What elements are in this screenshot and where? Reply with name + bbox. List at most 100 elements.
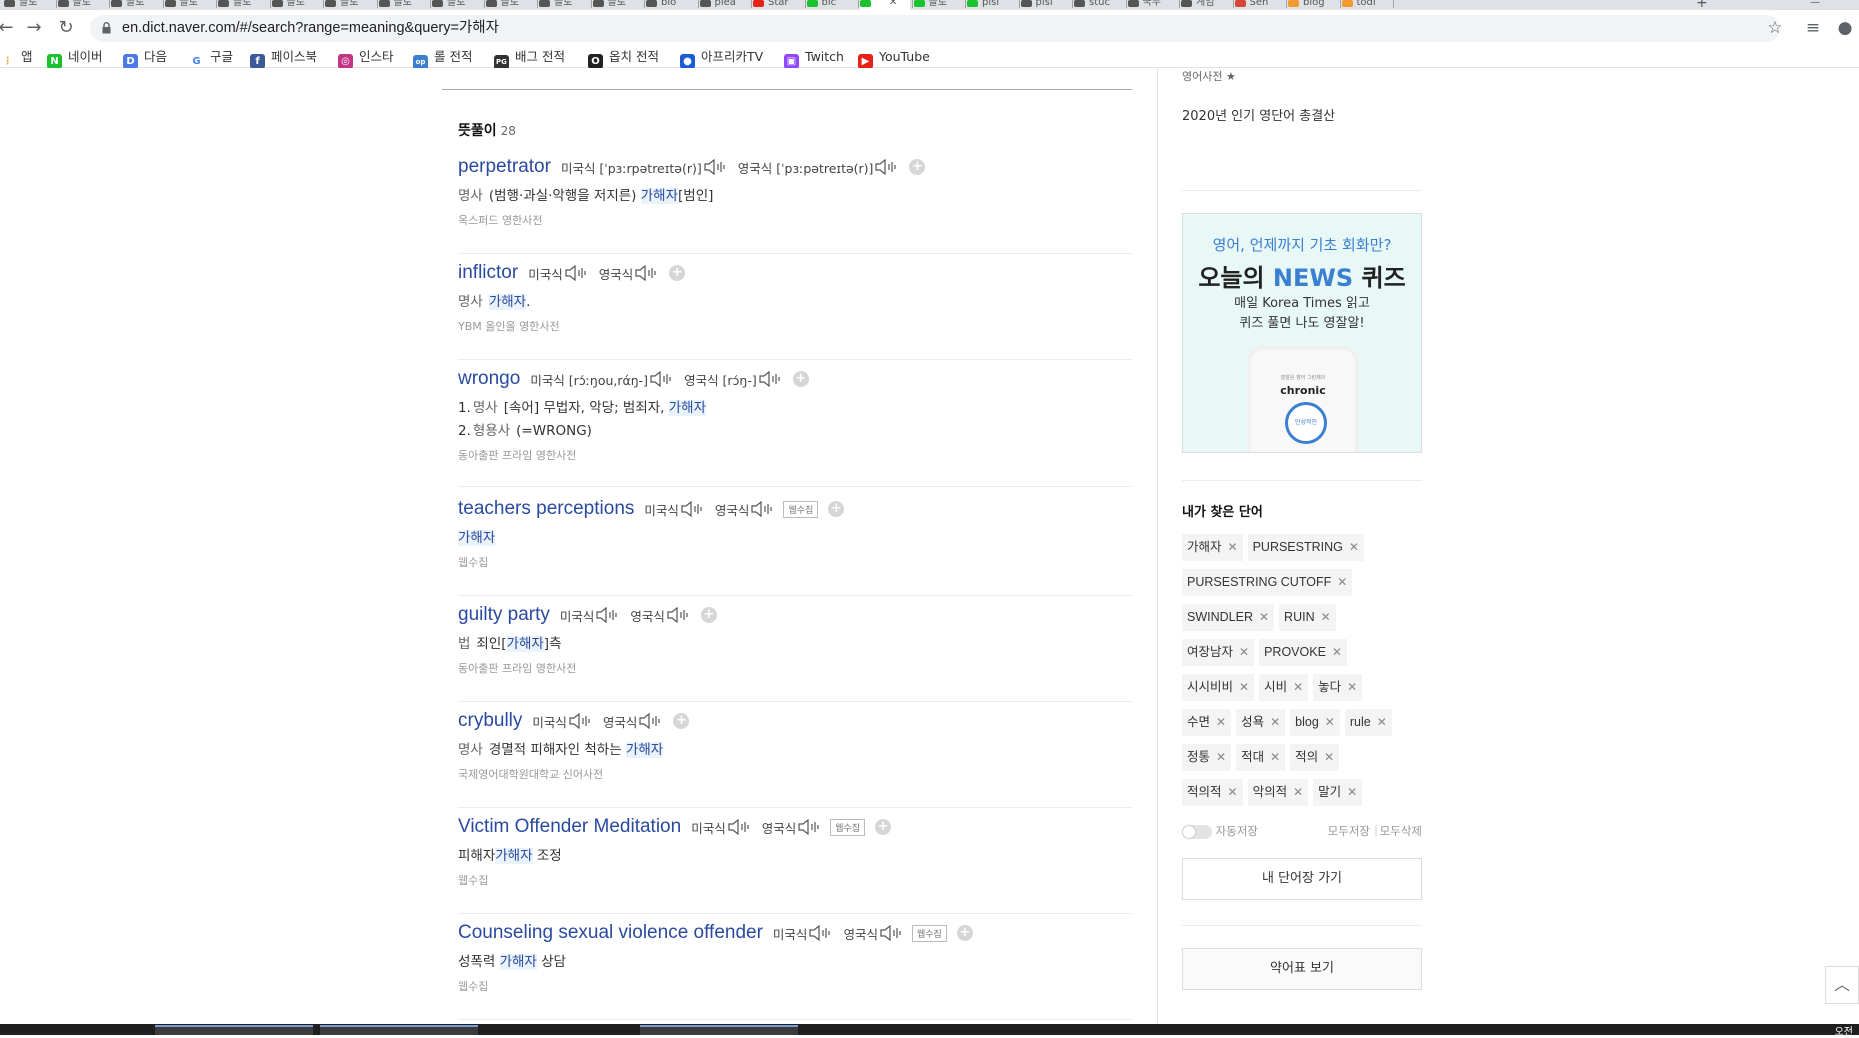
- entry-word-link[interactable]: perpetrator: [458, 156, 551, 177]
- recent-word-chip[interactable]: 적의 ✕: [1290, 744, 1340, 771]
- recent-word-chip[interactable]: 적대 ✕: [1236, 744, 1286, 771]
- recent-word-chip[interactable]: PURSESTRING CUTOFF ✕: [1182, 569, 1353, 596]
- highlighted-query[interactable]: 가해자: [488, 294, 527, 310]
- entry-word-link[interactable]: Counseling sexual violence offender: [458, 922, 763, 943]
- browser-tab[interactable]: 블로: [271, 0, 322, 10]
- recent-word-chip[interactable]: 성욕 ✕: [1236, 709, 1286, 736]
- entry-word-link[interactable]: Victim Offender Meditation: [458, 816, 681, 837]
- back-arrow-icon[interactable]: ←: [0, 10, 18, 46]
- speaker-icon[interactable]: [728, 819, 752, 835]
- remove-word-icon[interactable]: ✕: [1293, 785, 1303, 799]
- speaker-icon[interactable]: [650, 371, 674, 387]
- browser-tab[interactable]: 블로: [378, 0, 429, 10]
- reload-icon[interactable]: ↻: [54, 10, 78, 46]
- browser-tab[interactable]: 블로: [913, 0, 964, 10]
- recent-word-chip[interactable]: 시시비비 ✕: [1182, 674, 1255, 701]
- remove-word-icon[interactable]: ✕: [1293, 680, 1303, 694]
- remove-word-icon[interactable]: ✕: [1332, 645, 1342, 659]
- browser-tab[interactable]: 블로: [539, 0, 589, 10]
- entry-word-link[interactable]: inflictor: [458, 262, 518, 283]
- bookmark-7[interactable]: op 롤 전적: [413, 46, 472, 70]
- minimize-window-icon[interactable]: —: [1810, 0, 1826, 10]
- remove-word-icon[interactable]: ✕: [1259, 610, 1269, 624]
- highlighted-query[interactable]: 가해자: [640, 188, 679, 204]
- recent-word-chip[interactable]: 말기 ✕: [1313, 779, 1363, 806]
- recent-word-chip[interactable]: 적의적 ✕: [1182, 779, 1243, 806]
- taskbar-app-chrome[interactable]: [155, 1025, 313, 1035]
- recent-word-chip[interactable]: RUIN ✕: [1279, 604, 1336, 631]
- taskbar-app-notepad[interactable]: [640, 1025, 798, 1035]
- bookmark-8[interactable]: PG 배그 전적: [494, 46, 565, 70]
- recent-word-chip[interactable]: 가해자 ✕: [1182, 534, 1243, 561]
- new-tab-icon[interactable]: +: [1696, 0, 1712, 10]
- browser-tab[interactable]: 블로: [432, 0, 482, 10]
- bookmark-6[interactable]: ◎ 인스타: [338, 46, 394, 69]
- browser-tab[interactable]: 블로: [164, 0, 215, 10]
- remove-word-icon[interactable]: ✕: [1270, 715, 1280, 729]
- remove-word-icon[interactable]: ✕: [1216, 715, 1226, 729]
- speaker-icon[interactable]: [809, 925, 833, 941]
- remove-word-icon[interactable]: ✕: [1270, 750, 1280, 764]
- forward-arrow-icon[interactable]: →: [22, 10, 46, 46]
- remove-word-icon[interactable]: ✕: [1228, 540, 1238, 554]
- reading-list-icon[interactable]: ≡: [1800, 10, 1826, 46]
- browser-tab[interactable]: blc: [806, 0, 857, 10]
- speaker-icon[interactable]: [635, 265, 659, 281]
- browser-tab[interactable]: 국무: [1127, 0, 1178, 10]
- speaker-icon[interactable]: [880, 925, 904, 941]
- browser-tab[interactable]: 블로: [218, 0, 268, 10]
- recent-word-chip[interactable]: 악의적 ✕: [1247, 779, 1309, 806]
- browser-tab[interactable]: 블로: [592, 0, 643, 10]
- bookmark-1[interactable]: ⋮ 앱: [0, 46, 33, 68]
- recent-word-chip[interactable]: rule ✕: [1344, 709, 1392, 736]
- bookmark-2[interactable]: N 네이버: [47, 46, 103, 69]
- highlighted-query[interactable]: 가해자: [499, 954, 537, 970]
- add-to-wordbook-icon[interactable]: +: [909, 159, 926, 175]
- scroll-to-top-icon[interactable]: ︿: [1825, 966, 1859, 1004]
- entry-word-link[interactable]: crybully: [458, 710, 522, 731]
- speaker-icon[interactable]: [681, 501, 705, 517]
- remove-word-icon[interactable]: ✕: [1216, 750, 1226, 764]
- remove-word-icon[interactable]: ✕: [1347, 680, 1357, 694]
- browser-tab[interactable]: plsi: [967, 0, 1017, 10]
- speaker-icon[interactable]: [667, 607, 691, 623]
- browser-tab[interactable]: 블로: [57, 0, 108, 10]
- add-to-wordbook-icon[interactable]: +: [700, 607, 717, 623]
- bookmark-10[interactable]: ● 아프리카TV: [680, 46, 763, 69]
- auto-save-toggle[interactable]: [1182, 824, 1212, 839]
- remove-word-icon[interactable]: ✕: [1239, 645, 1249, 659]
- entry-word-link[interactable]: wrongo: [458, 368, 520, 389]
- browser-tab[interactable]: 블로: [4, 0, 54, 10]
- dictionary-source[interactable]: 옥스퍼드 영한사전: [458, 212, 1132, 228]
- remove-word-icon[interactable]: ✕: [1325, 715, 1335, 729]
- browser-tab[interactable]: Star: [753, 0, 803, 10]
- bookmark-12[interactable]: ▶ YouTube: [858, 46, 930, 69]
- highlighted-query[interactable]: 가해자: [495, 848, 533, 864]
- add-to-wordbook-icon[interactable]: +: [828, 501, 845, 517]
- popular-words-link[interactable]: 2020년 인기 영단어 총결산: [1182, 105, 1335, 124]
- browser-tab[interactable]: plea: [699, 0, 750, 10]
- save-all-link[interactable]: 모두저장: [1328, 823, 1370, 839]
- recent-word-chip[interactable]: 시비 ✕: [1259, 674, 1309, 701]
- bookmark-11[interactable]: ▣ Twitch: [784, 46, 844, 69]
- browser-tab[interactable]: 블로: [325, 0, 375, 10]
- profile-avatar-icon[interactable]: ●: [1832, 10, 1858, 46]
- recent-word-chip[interactable]: 정통 ✕: [1182, 744, 1232, 771]
- highlighted-query[interactable]: 가해자: [668, 400, 707, 416]
- delete-all-link[interactable]: 모두삭제: [1380, 823, 1422, 839]
- remove-word-icon[interactable]: ✕: [1377, 715, 1387, 729]
- news-quiz-banner[interactable]: 영어, 언제까지 기초 회화만? 오늘의 NEWS 퀴즈 매일 Korea Ti…: [1182, 213, 1422, 453]
- dictionary-source[interactable]: 국제영어대학원대학교 신어사전: [458, 766, 1132, 782]
- browser-tab[interactable]: 계엄: [1181, 0, 1231, 10]
- dictionary-source[interactable]: 웹수집: [458, 554, 1132, 570]
- recent-word-chip[interactable]: 수면 ✕: [1182, 709, 1232, 736]
- recent-word-chip[interactable]: SWINDLER ✕: [1182, 604, 1275, 631]
- entry-word-link[interactable]: teachers perceptions: [458, 498, 634, 519]
- dictionary-source[interactable]: 웹수집: [458, 872, 1132, 888]
- dictionary-source[interactable]: 동아출판 프라임 영한사전: [458, 447, 1132, 463]
- speaker-icon[interactable]: [639, 713, 663, 729]
- recent-word-chip[interactable]: PURSESTRING ✕: [1247, 534, 1364, 561]
- add-to-wordbook-icon[interactable]: +: [956, 925, 973, 941]
- speaker-icon[interactable]: [798, 819, 822, 835]
- remove-word-icon[interactable]: ✕: [1337, 575, 1347, 589]
